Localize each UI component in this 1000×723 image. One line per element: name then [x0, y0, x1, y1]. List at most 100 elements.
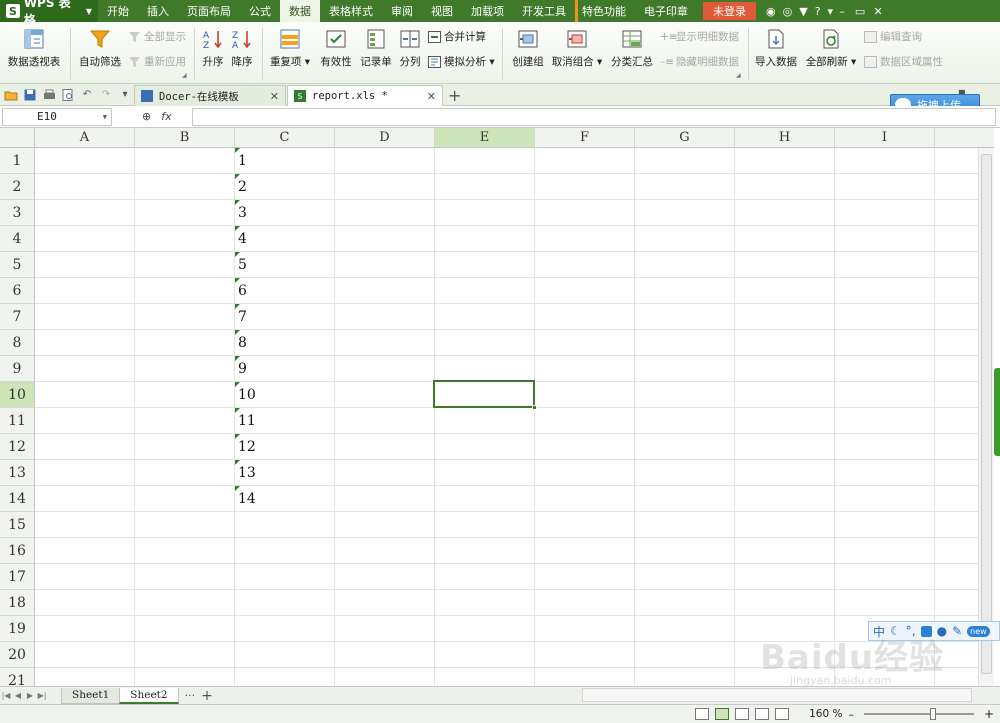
tab-report[interactable]: S report.xls * ✕ — [287, 85, 443, 106]
cell-C11[interactable]: 11 — [235, 408, 335, 434]
row-header-4[interactable]: 4 — [0, 226, 35, 252]
cell-C8[interactable]: 8 — [235, 330, 335, 356]
consolidate-button[interactable]: 合并计算 — [428, 29, 486, 44]
validity-button[interactable]: 有效性 — [318, 22, 354, 69]
redo-icon[interactable]: ↷ — [98, 88, 114, 102]
share-icon[interactable]: ◎ — [783, 5, 793, 18]
cell-C10[interactable]: 10 — [235, 382, 335, 408]
subtotal-button[interactable]: 分类汇总 — [609, 22, 655, 69]
dialog-launcher-icon[interactable]: ◢ — [736, 72, 741, 79]
hide-detail-button[interactable]: –≡ 隐藏明细数据 — [660, 54, 739, 69]
row-header-9[interactable]: 9 — [0, 356, 35, 382]
shirt-icon[interactable]: ▼ — [799, 5, 807, 18]
column-header-H[interactable]: H — [735, 128, 835, 148]
vertical-scroll-thumb[interactable] — [981, 154, 992, 674]
menu-special-features[interactable]: 特色功能 — [575, 0, 635, 22]
next-sheet-icon[interactable]: ▶ — [24, 691, 36, 700]
fill-handle[interactable] — [532, 405, 537, 410]
menu-insert[interactable]: 插入 — [138, 0, 178, 22]
split-column-button[interactable]: 分列 — [397, 22, 423, 69]
menu-home[interactable]: 开始 — [98, 0, 138, 22]
column-header-G[interactable]: G — [635, 128, 735, 148]
add-sheet-icon[interactable]: + — [201, 688, 213, 704]
menu-formula[interactable]: 公式 — [240, 0, 280, 22]
cell-C13[interactable]: 13 — [235, 460, 335, 486]
new-tab-plus-icon[interactable]: + — [448, 86, 461, 105]
spreadsheet-grid[interactable]: ABCDEFGHI 1 2 3 4 5 6 7 8 9 10 11 12 13 14 15 16 17 18 19 2… — [0, 128, 994, 686]
last-sheet-icon[interactable]: ▶| — [36, 691, 48, 700]
sheet-tab-sheet1[interactable]: Sheet1 — [61, 687, 121, 704]
page-break-view-icon[interactable] — [735, 708, 750, 720]
name-box[interactable]: E10 ▼ — [2, 107, 112, 126]
row-header-5[interactable]: 5 — [0, 252, 35, 278]
zoom-level[interactable]: 160 % — [809, 708, 842, 720]
dialog-launcher-icon[interactable]: ◢ — [182, 72, 187, 79]
customize-dropdown-icon[interactable]: ▾ — [117, 88, 133, 102]
show-detail-button[interactable]: +≡ 显示明细数据 — [660, 29, 739, 44]
column-header-D[interactable]: D — [335, 128, 435, 148]
cell-C4[interactable]: 4 — [235, 226, 335, 252]
menu-view[interactable]: 视图 — [422, 0, 462, 22]
cell-C2[interactable]: 2 — [235, 174, 335, 200]
refresh-all-button[interactable]: 全部刷新 ▾ — [804, 22, 858, 69]
cell-C12[interactable]: 12 — [235, 434, 335, 460]
fx-icon[interactable]: fx — [161, 110, 171, 123]
normal-view-icon[interactable] — [695, 708, 710, 720]
range-properties-button[interactable]: 数据区域属性 — [864, 54, 943, 69]
record-form-button[interactable]: 记录单 — [358, 22, 394, 69]
menu-data[interactable]: 数据 — [280, 0, 320, 22]
row-header-8[interactable]: 8 — [0, 330, 35, 356]
what-if-analysis-button[interactable]: 模拟分析 ▾ — [428, 54, 495, 69]
more-sheets-icon[interactable]: ··· — [185, 689, 196, 702]
menu-developer[interactable]: 开发工具 — [513, 0, 575, 22]
chevron-down-icon[interactable]: ▼ — [103, 113, 107, 121]
page-layout-view-icon[interactable] — [715, 708, 730, 720]
row-header-13[interactable]: 13 — [0, 460, 35, 486]
minimize-icon[interactable]: – — [833, 5, 851, 18]
show-all-button[interactable]: 全部显示 — [128, 29, 186, 44]
tab-docer[interactable]: Docer-在线模板 ✕ — [134, 85, 286, 106]
row-header-20[interactable]: 20 — [0, 642, 35, 668]
ungroup-button[interactable]: 取消组合 ▾ — [551, 22, 603, 69]
open-folder-icon[interactable] — [3, 88, 19, 102]
close-icon[interactable]: ✕ — [869, 5, 887, 18]
close-icon[interactable]: ✕ — [427, 90, 436, 103]
column-header-F[interactable]: F — [535, 128, 635, 148]
column-header-C[interactable]: C — [235, 128, 335, 148]
column-header-A[interactable]: A — [35, 128, 135, 148]
help-icon[interactable]: ? — [815, 5, 821, 18]
menu-e-seal[interactable]: 电子印章 — [635, 0, 697, 22]
prev-sheet-icon[interactable]: ◀ — [12, 691, 24, 700]
row-header-18[interactable]: 18 — [0, 590, 35, 616]
app-menu-button[interactable]: S WPS 表格 ▼ — [0, 0, 98, 27]
restore-icon[interactable]: ▭ — [851, 5, 869, 18]
cell-C9[interactable]: 9 — [235, 356, 335, 382]
sheet-tab-sheet2[interactable]: Sheet2 — [119, 687, 179, 704]
zoom-out-icon[interactable]: – — [848, 708, 854, 721]
print-preview-icon[interactable] — [60, 88, 76, 102]
reapply-button[interactable]: 重新应用 — [128, 54, 186, 69]
zoom-slider-knob[interactable] — [929, 708, 936, 720]
row-header-10[interactable]: 10 — [0, 382, 35, 408]
cell-C6[interactable]: 6 — [235, 278, 335, 304]
row-header-1[interactable]: 1 — [0, 148, 35, 174]
cell-C14[interactable]: 14 — [235, 486, 335, 512]
horizontal-scrollbar[interactable] — [582, 688, 972, 702]
cell-C3[interactable]: 3 — [235, 200, 335, 226]
row-header-21[interactable]: 21 — [0, 668, 35, 686]
autofilter-button[interactable]: 自动筛选 — [78, 22, 122, 69]
import-data-button[interactable]: 导入数据 — [754, 22, 798, 69]
duplicates-button[interactable]: 重复项 ▾ — [268, 22, 312, 69]
side-panel-toggle[interactable] — [994, 368, 1000, 456]
fullscreen-icon[interactable] — [775, 708, 790, 720]
skin-icon[interactable]: ◉ — [766, 5, 776, 18]
column-header-B[interactable]: B — [135, 128, 235, 148]
select-all-corner[interactable] — [0, 128, 35, 148]
save-icon[interactable] — [22, 88, 38, 102]
first-sheet-icon[interactable]: |◀ — [0, 691, 12, 700]
pivot-table-button[interactable]: 数据透视表 — [6, 22, 62, 69]
row-header-17[interactable]: 17 — [0, 564, 35, 590]
edit-query-button[interactable]: 编辑查询 — [864, 29, 922, 44]
column-header-I[interactable]: I — [835, 128, 935, 148]
cell-C7[interactable]: 7 — [235, 304, 335, 330]
